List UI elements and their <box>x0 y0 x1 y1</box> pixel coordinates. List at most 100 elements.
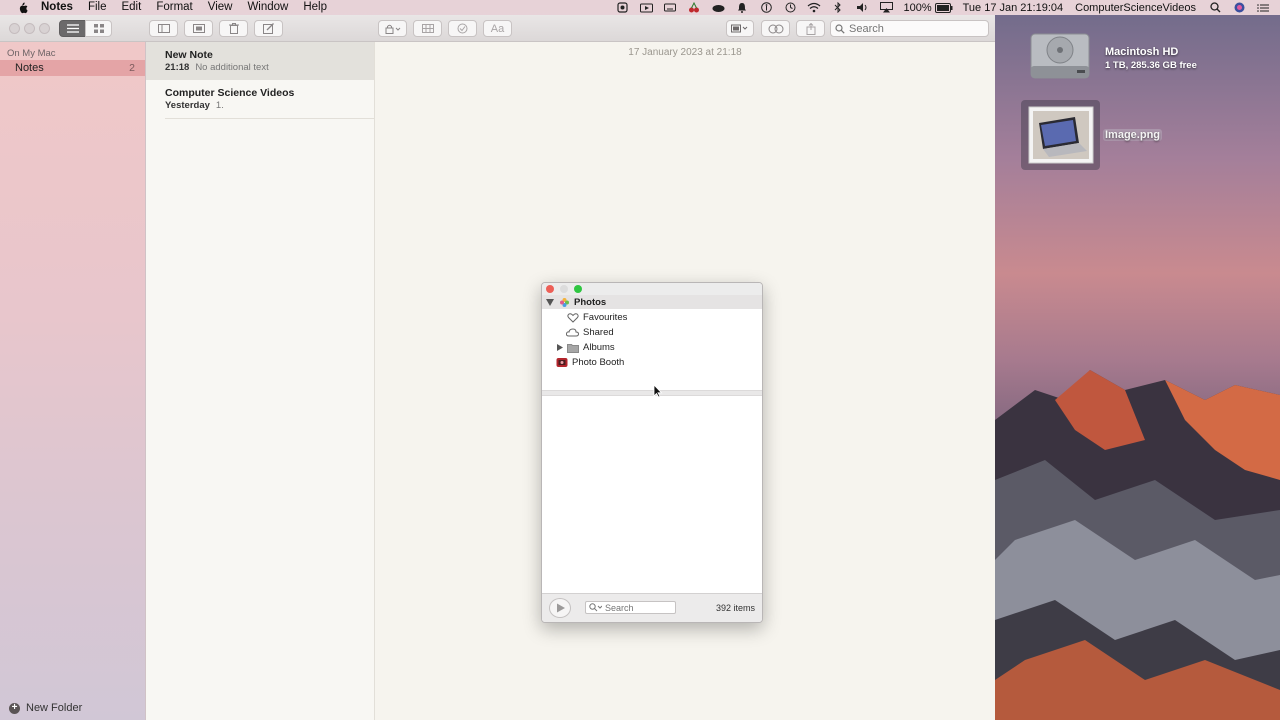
note-title: Computer Science Videos <box>165 87 295 99</box>
apple-menu-icon[interactable] <box>14 0 30 15</box>
add-people-button[interactable] <box>761 20 790 37</box>
photos-app-icon <box>560 297 569 307</box>
photos-library-header[interactable]: Photos <box>542 295 762 309</box>
media-browser-close-button[interactable] <box>546 285 554 293</box>
lock-icon <box>385 24 400 34</box>
notes-window: Aa On My Mac Notes 2 + New Folder New N <box>0 15 995 720</box>
keyboard-icon[interactable] <box>663 2 677 13</box>
media-item-label: Favourites <box>583 312 628 323</box>
macintosh-hd-info: 1 TB, 285.36 GB free <box>1105 60 1197 71</box>
notes-list: New Note 21:18 No additional text Compute… <box>146 42 375 720</box>
search-icon <box>835 23 845 34</box>
folders-sidebar: On My Mac Notes 2 + New Folder <box>0 42 146 720</box>
airplay-icon[interactable] <box>879 2 893 13</box>
sidebar-icon <box>157 24 170 33</box>
battery-percentage: 100% <box>903 1 932 14</box>
toggle-sidebar-button[interactable] <box>149 20 178 37</box>
gallery-view-icon <box>93 24 104 33</box>
list-view-button[interactable] <box>59 20 86 37</box>
heart-icon <box>567 312 579 323</box>
bluetooth-icon[interactable] <box>831 2 845 13</box>
menu-view[interactable]: View <box>208 0 233 15</box>
cloud-app-icon[interactable] <box>711 2 725 13</box>
media-item-label: Shared <box>583 327 614 338</box>
menu-format[interactable]: Format <box>156 0 192 15</box>
battery-icon[interactable] <box>934 2 953 13</box>
compose-icon <box>263 23 274 34</box>
notes-search-input[interactable] <box>849 22 979 35</box>
list-item[interactable]: Computer Science Videos Yesterday 1. <box>146 80 374 118</box>
media-browser-split-divider[interactable] <box>542 390 762 396</box>
notification-center-icon[interactable] <box>1256 2 1270 13</box>
mountain-wallpaper-art <box>995 370 1280 720</box>
checklist-button[interactable] <box>448 20 477 37</box>
wifi-icon[interactable] <box>807 2 821 13</box>
media-item-albums[interactable]: Albums <box>542 340 762 355</box>
delete-note-button[interactable] <box>219 20 248 37</box>
sidebar-section-on-my-mac: On My Mac <box>7 48 56 59</box>
attachments-button[interactable] <box>184 20 213 37</box>
media-search-field[interactable] <box>585 601 676 614</box>
cherries-icon[interactable] <box>687 2 701 13</box>
siri-icon[interactable] <box>1232 2 1246 13</box>
spotlight-icon[interactable] <box>1208 2 1222 13</box>
menu-help[interactable]: Help <box>303 0 327 15</box>
image-file-label: Image.png <box>1103 129 1163 141</box>
notification-icon[interactable] <box>735 2 749 13</box>
window-minimize-button[interactable] <box>24 23 35 34</box>
note-meta: Yesterday 1. <box>165 100 224 111</box>
note-title: New Note <box>165 49 213 61</box>
note-meta: 21:18 No additional text <box>165 62 269 73</box>
window-zoom-button[interactable] <box>39 23 50 34</box>
window-close-button[interactable] <box>9 23 20 34</box>
media-item-count: 392 items <box>715 603 755 613</box>
add-folder-icon: + <box>9 702 20 714</box>
media-item-photo-booth[interactable]: Photo Booth <box>542 355 762 370</box>
share-button[interactable] <box>796 20 825 37</box>
share-icon <box>806 22 815 35</box>
volume-icon[interactable] <box>855 2 869 13</box>
format-text-button[interactable]: Aa <box>483 20 512 37</box>
media-browser-zoom-button[interactable] <box>574 285 582 293</box>
media-item-shared[interactable]: Shared <box>542 325 762 340</box>
extension-icon[interactable] <box>615 2 629 13</box>
disclosure-open-icon[interactable] <box>546 298 554 306</box>
media-item-favourites[interactable]: Favourites <box>542 310 762 325</box>
time-machine-icon[interactable] <box>783 2 797 13</box>
play-button[interactable] <box>549 598 571 618</box>
lock-note-button[interactable] <box>378 20 407 37</box>
media-browser-button[interactable] <box>726 20 754 37</box>
image-file-icon[interactable] <box>1021 100 1100 170</box>
list-item[interactable]: New Note 21:18 No additional text <box>146 42 374 80</box>
menubar-clock[interactable]: Tue 17 Jan 21:19:04 <box>963 2 1064 14</box>
new-folder-button[interactable]: + New Folder <box>9 702 82 714</box>
media-browser-minimize-button[interactable] <box>560 285 568 293</box>
menu-app-notes[interactable]: Notes <box>41 0 73 15</box>
search-icon <box>589 603 602 612</box>
new-folder-label: New Folder <box>26 702 83 714</box>
note-date: 17 January 2023 at 21:18 <box>628 47 742 58</box>
notes-search-field[interactable] <box>830 20 989 37</box>
accessibility-icon[interactable] <box>759 2 773 13</box>
menu-window[interactable]: Window <box>247 0 288 15</box>
table-button[interactable] <box>413 20 442 37</box>
media-browser-footer: 392 items <box>542 593 762 622</box>
media-browser-titlebar <box>542 283 762 295</box>
photos-header-label: Photos <box>574 296 607 308</box>
new-note-button[interactable] <box>254 20 283 37</box>
disclosure-closed-icon[interactable] <box>557 344 563 351</box>
macintosh-hd-label: Macintosh HD <box>1105 46 1179 58</box>
macintosh-hd-disk-icon[interactable] <box>1029 26 1091 84</box>
media-icon <box>731 24 748 33</box>
sidebar-item-notes[interactable]: Notes 2 <box>0 60 145 76</box>
menu-file[interactable]: File <box>88 0 107 15</box>
media-search-input[interactable] <box>605 602 675 613</box>
gallery-view-button[interactable] <box>85 20 112 37</box>
photo-booth-icon <box>556 358 568 367</box>
screen-record-icon[interactable] <box>639 2 653 13</box>
menubar: Notes File Edit Format View Window Help … <box>0 0 1280 15</box>
menu-edit[interactable]: Edit <box>121 0 141 15</box>
menubar-username[interactable]: ComputerScienceVideos <box>1075 2 1196 14</box>
list-divider <box>165 118 374 119</box>
list-view-icon <box>66 24 79 33</box>
